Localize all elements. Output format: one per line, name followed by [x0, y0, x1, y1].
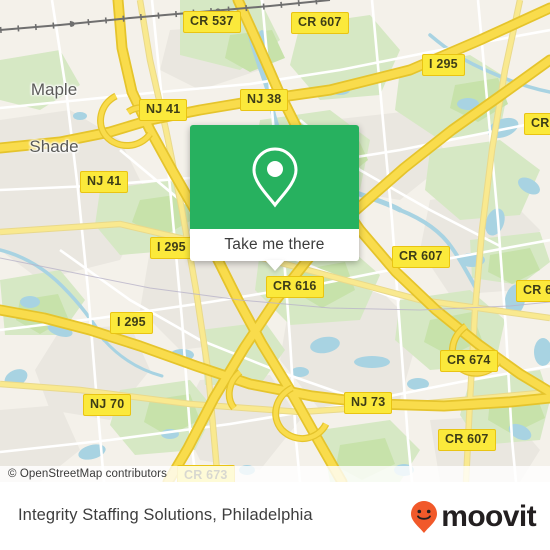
road-shield-i-295-south[interactable]: I 295 — [110, 312, 153, 334]
road-shield-cr-607-south[interactable]: CR 607 — [438, 429, 496, 451]
road-shield-i-295[interactable]: I 295 — [422, 54, 465, 76]
road-shield-i-295-mid[interactable]: I 295 — [150, 237, 193, 259]
road-shield-cr-edge-top[interactable]: CR — [524, 113, 550, 135]
map-viewport[interactable]: Maple Shade CR 537 CR 607 I 295 NJ 41 NJ… — [0, 0, 550, 482]
take-me-there-label: Take me there — [224, 236, 325, 253]
bottom-bar: Integrity Staffing Solutions, Philadelph… — [0, 482, 550, 550]
road-shield-nj-41-west[interactable]: NJ 41 — [80, 171, 129, 193]
road-shield-cr-607-east[interactable]: CR 607 — [392, 246, 450, 268]
popup-header — [190, 125, 359, 229]
road-shield-cr-537[interactable]: CR 537 — [183, 11, 241, 33]
map-pin-icon — [251, 147, 298, 208]
place-label-line2: Shade — [29, 137, 79, 156]
popup-tail-pointer — [265, 260, 285, 271]
road-shield-cr-674[interactable]: CR 674 — [440, 350, 498, 372]
road-shield-nj-73[interactable]: NJ 73 — [344, 392, 393, 414]
road-shield-nj-70[interactable]: NJ 70 — [83, 394, 132, 416]
road-shield-nj-41[interactable]: NJ 41 — [139, 99, 188, 121]
road-shield-cr-67-edge[interactable]: CR 67 — [516, 280, 550, 302]
map-page: Maple Shade CR 537 CR 607 I 295 NJ 41 NJ… — [0, 0, 550, 550]
map-attribution[interactable]: © OpenStreetMap contributors — [0, 466, 550, 482]
road-shield-nj-38[interactable]: NJ 38 — [240, 89, 289, 111]
road-shield-cr-616[interactable]: CR 616 — [266, 276, 324, 298]
popup-action-bar[interactable]: Take me there — [190, 229, 359, 261]
place-label-line1: Maple — [30, 80, 78, 99]
moovit-wordmark: moovit — [441, 500, 536, 533]
road-shield-cr-607[interactable]: CR 607 — [291, 12, 349, 34]
moovit-logo[interactable]: moovit — [409, 500, 537, 534]
moovit-pin-icon — [411, 501, 438, 533]
location-popup[interactable]: Take me there — [190, 125, 359, 271]
location-title: Integrity Staffing Solutions, Philadelph… — [18, 506, 313, 524]
